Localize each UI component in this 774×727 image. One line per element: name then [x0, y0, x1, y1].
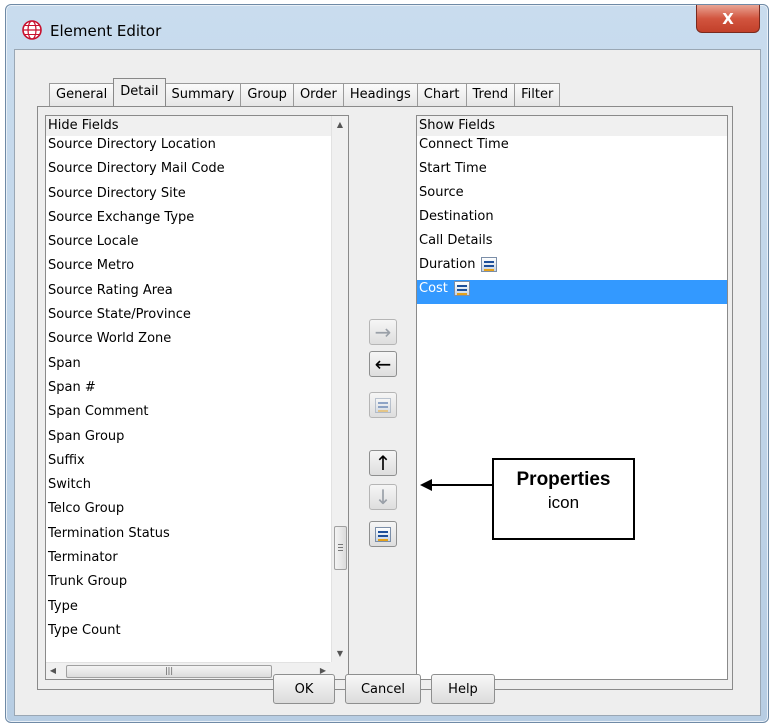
tab-detail[interactable]: Detail — [113, 78, 166, 106]
callout-arrow — [420, 479, 494, 491]
properties-callout: Properties icon — [492, 458, 635, 540]
callout-title: Properties — [516, 469, 611, 490]
callout-subtitle: icon — [547, 493, 580, 512]
